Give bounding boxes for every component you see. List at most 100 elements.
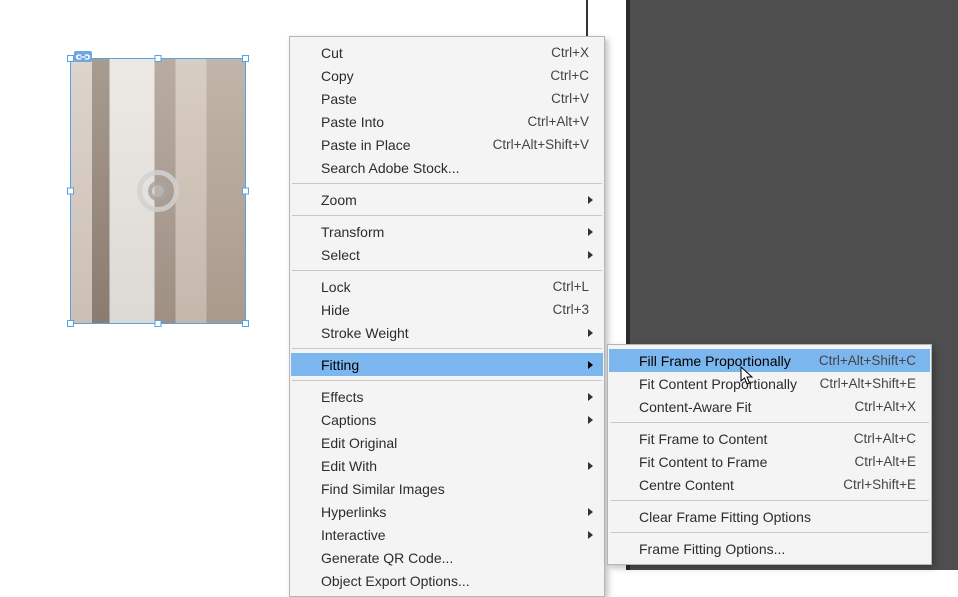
menu-item-shortcut: Ctrl+3 <box>553 302 589 317</box>
menu-item-shortcut: Ctrl+Alt+X <box>854 399 916 414</box>
menu-item-label: Interactive <box>321 527 589 543</box>
menu-item-cut[interactable]: CutCtrl+X <box>291 41 603 64</box>
menu-item-label: Edit Original <box>321 435 589 451</box>
resize-handle[interactable] <box>67 320 74 327</box>
menu-item-label: Zoom <box>321 192 589 208</box>
menu-item-fit-content-to-frame[interactable]: Fit Content to FrameCtrl+Alt+E <box>609 450 930 473</box>
menu-separator <box>610 500 929 501</box>
menu-item-label: Search Adobe Stock... <box>321 160 589 176</box>
menu-item-frame-fitting-options[interactable]: Frame Fitting Options... <box>609 537 930 560</box>
menu-item-paste[interactable]: PasteCtrl+V <box>291 87 603 110</box>
menu-item-label: Cut <box>321 45 551 61</box>
fitting-submenu[interactable]: Fill Frame ProportionallyCtrl+Alt+Shift+… <box>607 344 932 565</box>
resize-handle[interactable] <box>242 55 249 62</box>
menu-item-fit-content-proportionally[interactable]: Fit Content ProportionallyCtrl+Alt+Shift… <box>609 372 930 395</box>
menu-item-object-export-options[interactable]: Object Export Options... <box>291 569 603 592</box>
menu-separator <box>610 422 929 423</box>
menu-item-stroke-weight[interactable]: Stroke Weight <box>291 321 603 344</box>
menu-item-search-adobe-stock[interactable]: Search Adobe Stock... <box>291 156 603 179</box>
menu-item-label: Clear Frame Fitting Options <box>639 509 916 525</box>
menu-item-shortcut: Ctrl+Shift+E <box>843 477 916 492</box>
menu-item-centre-content[interactable]: Centre ContentCtrl+Shift+E <box>609 473 930 496</box>
chevron-right-icon <box>588 462 593 470</box>
menu-item-shortcut: Ctrl+L <box>553 279 589 294</box>
menu-item-label: Centre Content <box>639 477 843 493</box>
menu-item-label: Hide <box>321 302 553 318</box>
chevron-right-icon <box>588 228 593 236</box>
menu-separator <box>292 215 602 216</box>
menu-item-captions[interactable]: Captions <box>291 408 603 431</box>
menu-item-fit-frame-to-content[interactable]: Fit Frame to ContentCtrl+Alt+C <box>609 427 930 450</box>
chevron-right-icon <box>588 393 593 401</box>
menu-item-label: Fitting <box>321 357 589 373</box>
resize-handle[interactable] <box>155 55 162 62</box>
menu-item-label: Fit Frame to Content <box>639 431 854 447</box>
menu-item-shortcut: Ctrl+Alt+V <box>527 114 589 129</box>
menu-item-label: Effects <box>321 389 589 405</box>
menu-separator <box>292 270 602 271</box>
menu-item-hyperlinks[interactable]: Hyperlinks <box>291 500 603 523</box>
chevron-right-icon <box>588 531 593 539</box>
menu-item-label: Captions <box>321 412 589 428</box>
placed-image[interactable] <box>71 59 245 323</box>
menu-item-shortcut: Ctrl+Alt+Shift+E <box>820 376 916 391</box>
menu-separator <box>610 532 929 533</box>
menu-item-shortcut: Ctrl+Alt+Shift+V <box>493 137 589 152</box>
menu-item-label: Stroke Weight <box>321 325 589 341</box>
menu-item-interactive[interactable]: Interactive <box>291 523 603 546</box>
resize-handle[interactable] <box>67 188 74 195</box>
menu-item-label: Generate QR Code... <box>321 550 589 566</box>
content-grabber[interactable] <box>137 170 179 212</box>
menu-separator <box>292 380 602 381</box>
menu-item-generate-qr-code[interactable]: Generate QR Code... <box>291 546 603 569</box>
menu-item-lock[interactable]: LockCtrl+L <box>291 275 603 298</box>
resize-handle[interactable] <box>155 320 162 327</box>
menu-item-clear-frame-fitting-options[interactable]: Clear Frame Fitting Options <box>609 505 930 528</box>
menu-item-shortcut: Ctrl+C <box>550 68 589 83</box>
menu-item-label: Paste <box>321 91 551 107</box>
menu-item-hide[interactable]: HideCtrl+3 <box>291 298 603 321</box>
menu-item-label: Transform <box>321 224 589 240</box>
menu-item-label: Object Export Options... <box>321 573 589 589</box>
chevron-right-icon <box>588 196 593 204</box>
menu-item-label: Fit Content Proportionally <box>639 376 820 392</box>
menu-item-label: Hyperlinks <box>321 504 589 520</box>
menu-item-label: Paste Into <box>321 114 527 130</box>
menu-item-effects[interactable]: Effects <box>291 385 603 408</box>
menu-item-label: Frame Fitting Options... <box>639 541 916 557</box>
menu-separator <box>292 348 602 349</box>
chevron-right-icon <box>588 329 593 337</box>
menu-item-label: Fit Content to Frame <box>639 454 854 470</box>
menu-item-transform[interactable]: Transform <box>291 220 603 243</box>
menu-item-paste-in-place[interactable]: Paste in PlaceCtrl+Alt+Shift+V <box>291 133 603 156</box>
resize-handle[interactable] <box>242 188 249 195</box>
menu-item-label: Find Similar Images <box>321 481 589 497</box>
chevron-right-icon <box>588 251 593 259</box>
menu-item-zoom[interactable]: Zoom <box>291 188 603 211</box>
menu-item-label: Lock <box>321 279 553 295</box>
menu-item-copy[interactable]: CopyCtrl+C <box>291 64 603 87</box>
context-menu[interactable]: CutCtrl+XCopyCtrl+CPasteCtrl+VPaste Into… <box>289 36 605 597</box>
menu-item-edit-original[interactable]: Edit Original <box>291 431 603 454</box>
resize-handle[interactable] <box>242 320 249 327</box>
resize-handle[interactable] <box>67 55 74 62</box>
image-frame[interactable] <box>70 58 246 324</box>
menu-item-fitting[interactable]: Fitting <box>291 353 603 376</box>
menu-item-paste-into[interactable]: Paste IntoCtrl+Alt+V <box>291 110 603 133</box>
workspace: CutCtrl+XCopyCtrl+CPasteCtrl+VPaste Into… <box>0 0 958 570</box>
chevron-right-icon <box>588 508 593 516</box>
menu-item-label: Select <box>321 247 589 263</box>
menu-item-fill-frame-proportionally[interactable]: Fill Frame ProportionallyCtrl+Alt+Shift+… <box>609 349 930 372</box>
menu-item-shortcut: Ctrl+X <box>551 45 589 60</box>
chevron-right-icon <box>588 416 593 424</box>
link-badge-icon[interactable] <box>74 51 92 62</box>
menu-item-shortcut: Ctrl+Alt+C <box>854 431 916 446</box>
menu-item-label: Edit With <box>321 458 589 474</box>
menu-item-edit-with[interactable]: Edit With <box>291 454 603 477</box>
menu-item-content-aware-fit[interactable]: Content-Aware FitCtrl+Alt+X <box>609 395 930 418</box>
menu-item-label: Content-Aware Fit <box>639 399 854 415</box>
menu-item-shortcut: Ctrl+Alt+E <box>854 454 916 469</box>
menu-item-label: Fill Frame Proportionally <box>639 353 819 369</box>
menu-item-find-similar-images[interactable]: Find Similar Images <box>291 477 603 500</box>
menu-item-select[interactable]: Select <box>291 243 603 266</box>
